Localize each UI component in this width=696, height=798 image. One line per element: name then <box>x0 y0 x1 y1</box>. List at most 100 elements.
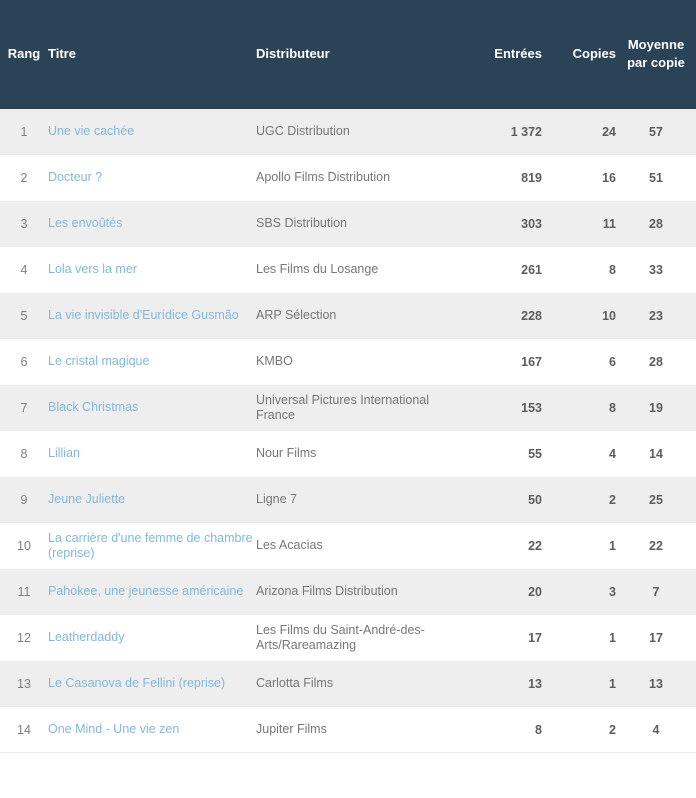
cell-average-per-copy: 22 <box>649 538 663 553</box>
film-title-link[interactable]: Une vie cachée <box>48 124 134 138</box>
cell-distributor: KMBO <box>256 354 293 368</box>
cell-copies: 2 <box>609 722 616 737</box>
box-office-table-container: Rang Titre Distributeur Entrées Copies M… <box>0 0 696 798</box>
cell-average-per-copy: 57 <box>649 124 663 139</box>
column-header-entrees[interactable]: Entrées <box>468 0 542 109</box>
column-header-titre[interactable]: Titre <box>48 0 256 109</box>
cell-rank: 8 <box>20 446 28 461</box>
table-row[interactable]: 12 Leatherdaddy Les Films du Saint-André-d… <box>0 614 696 661</box>
cell-title: Le Casanova de Fellini (reprise) <box>48 661 256 707</box>
cell-title: Jeune Juliette <box>48 477 256 523</box>
table-row[interactable]: 14 One Mind - Une vie zen Jupiter Films 8 2 4 <box>0 706 696 752</box>
table-row[interactable]: 1 Une vie cachée UGC Distribution 1 372 24 57 <box>0 108 696 155</box>
cell-entries: 20 <box>528 584 542 599</box>
cell-entries: 303 <box>521 216 542 231</box>
cell-rank: 6 <box>20 354 28 369</box>
cell-rank: 11 <box>17 584 31 599</box>
cell-rank: 4 <box>20 262 28 277</box>
film-title-link[interactable]: Pahokee, une jeunesse américaine <box>48 584 243 598</box>
cell-entries: 55 <box>528 446 542 461</box>
film-title-link[interactable]: Leatherdaddy <box>48 630 124 644</box>
cell-distributor: Nour Films <box>256 446 317 460</box>
table-row[interactable]: 10 La carrière d'une femme de chambre (re… <box>0 522 696 569</box>
cell-distributor: UGC Distribution <box>256 124 350 138</box>
cell-entries: 17 <box>528 630 542 645</box>
film-title-link[interactable]: Les envoûtés <box>48 216 122 230</box>
table-row[interactable]: 5 La vie invisible d'Eurídice Gusmão ARP S… <box>0 292 696 339</box>
table-header-row: Rang Titre Distributeur Entrées Copies M… <box>0 0 696 109</box>
cell-rank: 13 <box>17 676 31 691</box>
table-row[interactable]: 2 Docteur ? Apollo Films Distribution 819 16… <box>0 154 696 201</box>
film-title-link[interactable]: Lola vers la mer <box>48 262 137 276</box>
column-header-distributeur[interactable]: Distributeur <box>256 0 468 109</box>
cell-copies: 2 <box>609 492 616 507</box>
cell-rank: 9 <box>20 492 28 507</box>
cell-entries: 1 372 <box>510 124 542 139</box>
box-office-ranking-table: Rang Titre Distributeur Entrées Copies M… <box>0 0 696 752</box>
cell-copies: 1 <box>609 676 616 691</box>
film-title-link[interactable]: Docteur ? <box>48 170 102 184</box>
cell-rank: 5 <box>20 308 28 323</box>
cell-entries: 50 <box>528 492 542 507</box>
cell-entries: 819 <box>521 170 542 185</box>
cell-copies: 8 <box>609 262 616 277</box>
cell-entries: 228 <box>521 308 542 323</box>
cell-title: Le cristal magique <box>48 339 256 385</box>
cell-copies: 4 <box>609 446 616 461</box>
column-header-moyenne-par-copie[interactable]: Moyenne par copie <box>616 0 696 109</box>
film-title-link[interactable]: Le Casanova de Fellini (reprise) <box>48 676 225 690</box>
cell-distributor: Les Acacias <box>256 538 323 552</box>
cell-title: Lola vers la mer <box>48 247 256 293</box>
table-row[interactable]: 8 Lillian Nour Films 55 4 14 <box>0 430 696 477</box>
cell-average-per-copy: 4 <box>652 722 660 737</box>
film-title-link[interactable]: Le cristal magique <box>48 354 149 368</box>
cell-average-per-copy: 28 <box>649 354 663 369</box>
table-row[interactable]: 6 Le cristal magique KMBO 167 6 28 <box>0 338 696 385</box>
cell-average-per-copy: 7 <box>652 584 660 599</box>
table-row[interactable]: 7 Black Christmas Universal Pictures Inter… <box>0 384 696 431</box>
table-body: 1 Une vie cachée UGC Distribution 1 372 24 57… <box>0 108 696 752</box>
column-header-rang[interactable]: Rang <box>0 0 48 109</box>
table-header: Rang Titre Distributeur Entrées Copies M… <box>0 0 696 109</box>
cell-entries: 261 <box>521 262 542 277</box>
table-row[interactable]: 11 Pahokee, une jeunesse américaine Arizon… <box>0 568 696 615</box>
cell-average-per-copy: 23 <box>649 308 663 323</box>
cell-distributor: Apollo Films Distribution <box>256 170 391 184</box>
cell-average-per-copy: 51 <box>649 170 663 185</box>
cell-copies: 1 <box>609 630 616 645</box>
cell-average-per-copy: 28 <box>649 216 663 231</box>
cell-average-per-copy: 19 <box>649 400 663 415</box>
cell-distributor: ARP Sélection <box>256 308 337 322</box>
cell-copies: 8 <box>609 400 616 415</box>
cell-title: Docteur ? <box>48 155 256 201</box>
film-title-link[interactable]: Black Christmas <box>48 400 138 414</box>
cell-entries: 153 <box>521 400 542 415</box>
cell-average-per-copy: 33 <box>649 262 663 277</box>
film-title-link[interactable]: La carrière d'une femme de chambre (repr… <box>48 531 253 560</box>
table-row[interactable]: 4 Lola vers la mer Les Films du Losange 261… <box>0 246 696 293</box>
cell-title: Lillian <box>48 431 256 477</box>
cell-distributor: Jupiter Films <box>256 722 327 736</box>
cell-average-per-copy: 13 <box>649 676 663 691</box>
film-title-link[interactable]: Jeune Juliette <box>48 492 125 506</box>
cell-copies: 1 <box>609 538 616 553</box>
film-title-link[interactable]: La vie invisible d'Eurídice Gusmão <box>48 308 239 322</box>
table-row[interactable]: 9 Jeune Juliette Ligne 7 50 2 25 <box>0 476 696 523</box>
film-title-link[interactable]: Lillian <box>48 446 80 460</box>
table-row[interactable]: 13 Le Casanova de Fellini (reprise) Carlot… <box>0 660 696 707</box>
cell-copies: 3 <box>609 584 616 599</box>
cell-rank: 1 <box>20 124 28 139</box>
cell-rank: 14 <box>17 722 31 737</box>
column-header-copies[interactable]: Copies <box>542 0 616 109</box>
cell-copies: 24 <box>602 124 616 139</box>
cell-average-per-copy: 17 <box>649 630 663 645</box>
cell-copies: 16 <box>602 170 616 185</box>
cell-title: Leatherdaddy <box>48 615 256 661</box>
film-title-link[interactable]: One Mind - Une vie zen <box>48 722 179 736</box>
cell-title: Une vie cachée <box>48 109 256 155</box>
cell-distributor: Arizona Films Distribution <box>256 584 398 598</box>
cell-rank: 12 <box>17 630 31 645</box>
cell-distributor: Carlotta Films <box>256 676 334 690</box>
cell-distributor: Ligne 7 <box>256 492 298 506</box>
table-row[interactable]: 3 Les envoûtés SBS Distribution 303 11 28 <box>0 200 696 247</box>
